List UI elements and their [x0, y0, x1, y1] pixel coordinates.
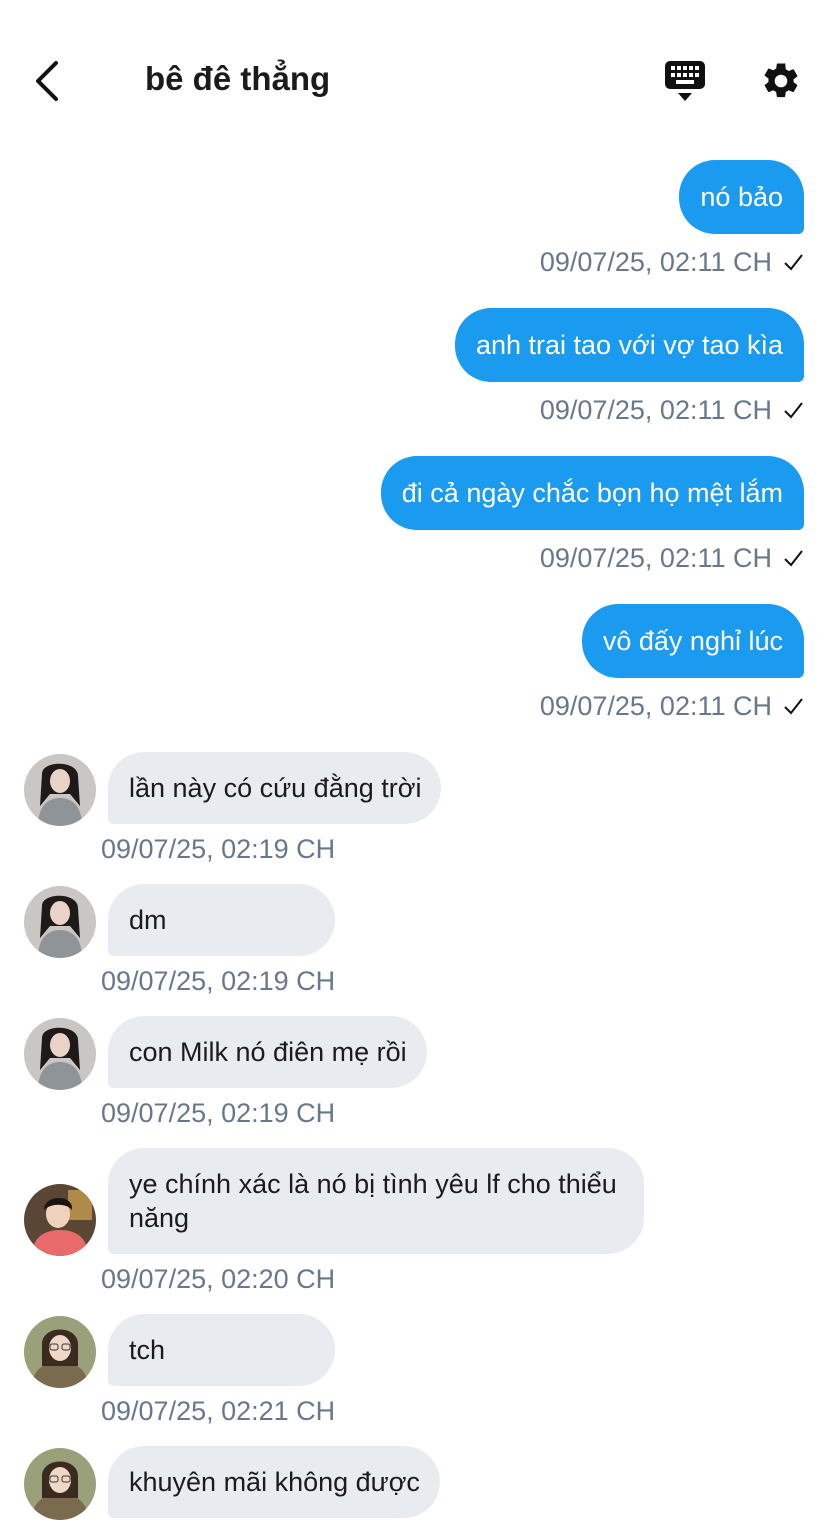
message-bubble[interactable]: con Milk nó điên mẹ rồi: [108, 1016, 427, 1088]
keyboard-hide-icon: [665, 61, 705, 101]
message-in: con Milk nó điên mẹ rồi 09/07/25, 02:19 …: [24, 1016, 427, 1130]
message-in: ye chính xác là nó bị tình yêu lf cho th…: [24, 1148, 644, 1296]
message-timestamp: 09/07/25, 02:19 CH: [101, 834, 336, 864]
message-in: tch 09/07/25, 02:21 CH: [24, 1314, 336, 1428]
message-meta: 09/07/25, 02:11 CH: [540, 690, 804, 722]
message-in: khuyên mãi không được: [24, 1446, 440, 1520]
message-meta: 09/07/25, 02:11 CH: [540, 542, 804, 574]
message-bubble[interactable]: ye chính xác là nó bị tình yêu lf cho th…: [108, 1148, 644, 1254]
back-button[interactable]: [24, 56, 68, 106]
message-timestamp: 09/07/25, 02:11 CH: [539, 690, 772, 721]
avatar[interactable]: [24, 886, 96, 958]
avatar[interactable]: [24, 1316, 96, 1388]
message-out: đi cả ngày chắc bọn họ mệt lắm 09/07/25,…: [380, 456, 804, 574]
message-timestamp: 09/07/25, 02:21 CH: [101, 1396, 336, 1426]
message-in: dm 09/07/25, 02:19 CH: [24, 884, 336, 998]
message-timestamp: 09/07/25, 02:19 CH: [101, 966, 336, 996]
message-bubble[interactable]: anh trai tao với vợ tao kìa: [454, 308, 804, 382]
checkmark-icon: [784, 254, 803, 271]
message-meta: 09/07/25, 02:11 CH: [540, 246, 804, 278]
avatar[interactable]: [24, 1018, 96, 1090]
message-bubble[interactable]: đi cả ngày chắc bọn họ mệt lắm: [380, 456, 804, 530]
message-out: vô đấy nghỉ lúc 09/07/25, 02:11 CH: [540, 604, 804, 722]
avatar[interactable]: [24, 1184, 96, 1256]
message-out: anh trai tao với vợ tao kìa 09/07/25, 02…: [454, 308, 804, 426]
checkmark-icon: [784, 550, 803, 567]
checkmark-icon: [784, 698, 803, 715]
checkmark-icon: [784, 402, 803, 419]
message-in: lần này có cứu đằng trời 09/07/25, 02:19…: [24, 752, 442, 866]
message-bubble[interactable]: tch: [108, 1314, 336, 1386]
settings-button[interactable]: [756, 56, 806, 106]
message-timestamp: 09/07/25, 02:20 CH: [101, 1264, 336, 1294]
chat-title: bê đê thẳng: [145, 60, 331, 97]
keyboard-toggle-button[interactable]: [658, 56, 712, 106]
message-timestamp: 09/07/25, 02:11 CH: [539, 246, 772, 277]
avatar[interactable]: [24, 1448, 96, 1520]
chevron-left-icon: [36, 61, 58, 101]
message-bubble[interactable]: vô đấy nghỉ lúc: [581, 604, 804, 678]
message-bubble[interactable]: nó bảo: [679, 160, 804, 234]
message-timestamp: 09/07/25, 02:19 CH: [101, 1098, 336, 1128]
message-bubble[interactable]: dm: [108, 884, 336, 956]
message-timestamp: 09/07/25, 02:11 CH: [539, 542, 772, 573]
avatar[interactable]: [24, 754, 96, 826]
message-timestamp: 09/07/25, 02:11 CH: [539, 394, 772, 425]
message-bubble[interactable]: lần này có cứu đằng trời: [108, 752, 442, 824]
chat-header: bê đê thẳng: [0, 0, 828, 150]
gear-icon: [764, 63, 798, 98]
message-meta: 09/07/25, 02:11 CH: [540, 394, 804, 426]
message-bubble[interactable]: khuyên mãi không được: [108, 1446, 440, 1518]
message-out: nó bảo 09/07/25, 02:11 CH: [540, 160, 804, 278]
